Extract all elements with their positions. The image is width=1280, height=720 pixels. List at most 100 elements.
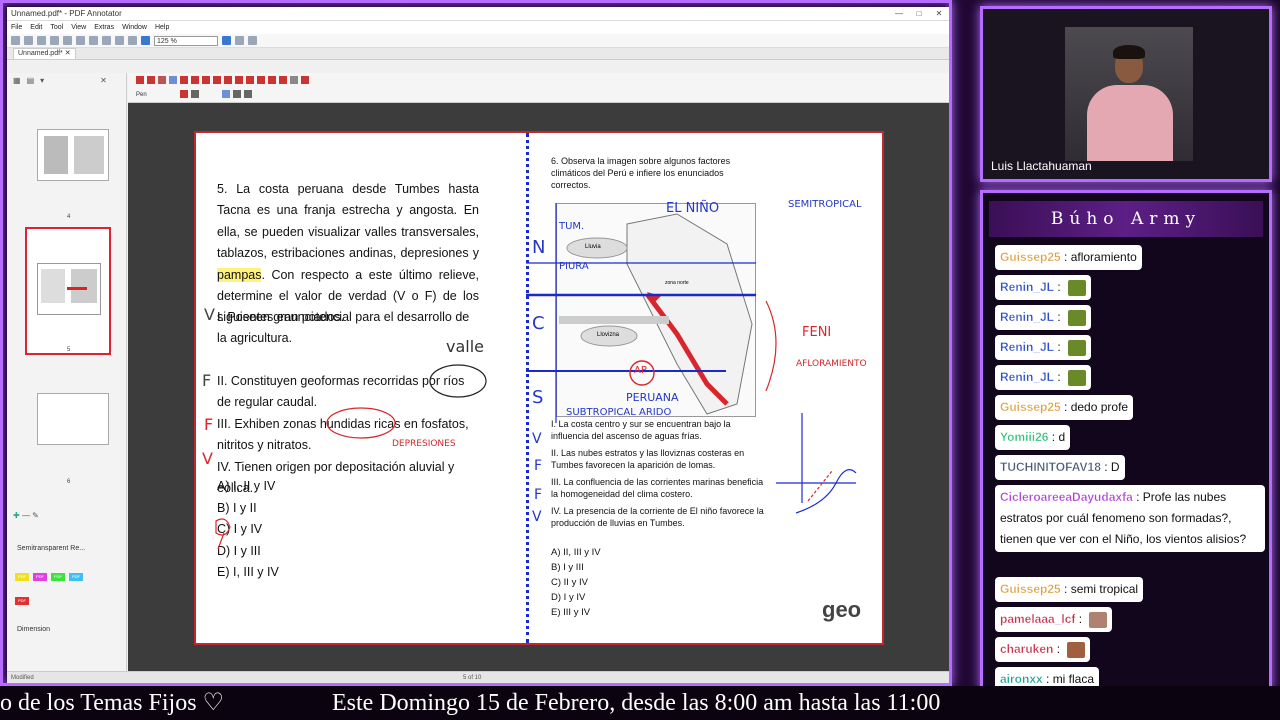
new-icon[interactable]: [11, 36, 20, 45]
lock-icon[interactable]: [233, 90, 241, 98]
chat-username[interactable]: CicleroareeaDayudaxfa: [1000, 490, 1133, 504]
chat-username[interactable]: Guissep25: [1000, 250, 1061, 264]
hand-tool-icon[interactable]: [158, 76, 166, 84]
bold-pen-icon[interactable]: [244, 90, 252, 98]
chat-message: Renin_JL :: [995, 335, 1092, 360]
thumbnails-icon[interactable]: ▦: [13, 76, 21, 85]
chat-username[interactable]: charuken: [1000, 642, 1054, 656]
tab-close-icon[interactable]: ✕: [65, 50, 71, 57]
fit-page-icon[interactable]: [235, 36, 244, 45]
sidebar-menu-icon[interactable]: ▾: [40, 76, 44, 85]
line-tool-icon[interactable]: [202, 76, 210, 84]
hw-piura: PIURA: [559, 261, 589, 272]
hw-ap: AP: [634, 365, 647, 376]
chat-message: charuken :: [995, 637, 1091, 662]
chat-username[interactable]: pamelaaa_lcf: [1000, 612, 1076, 626]
menu-edit[interactable]: Edit: [30, 24, 42, 31]
add-icon[interactable]: ✚: [13, 511, 20, 520]
page-thumbnail-5[interactable]: [25, 227, 111, 355]
chat-username[interactable]: TUCHINITOFAV18: [1000, 460, 1101, 474]
pen-label: Pen: [136, 92, 147, 98]
sidebar-close-icon[interactable]: ✕: [100, 76, 107, 85]
arrow-tool-icon[interactable]: [147, 76, 155, 84]
chat-username[interactable]: Yomiii26: [1000, 430, 1049, 444]
chat-text: :: [1054, 280, 1065, 294]
chat-username[interactable]: aironxx: [1000, 672, 1043, 686]
pin-icon[interactable]: ✎: [32, 511, 39, 520]
line-style-icon[interactable]: [191, 90, 199, 98]
chat-text: :: [1053, 642, 1064, 656]
q6-statement-3: III. La confluencia de las corrientes ma…: [551, 477, 764, 499]
document-tab[interactable]: Unnamed.pdf* ✕: [13, 48, 76, 59]
page-thumbnail-6[interactable]: [37, 393, 109, 445]
paste-icon[interactable]: [89, 36, 98, 45]
chat-username[interactable]: Renin_JL: [1000, 280, 1054, 294]
q6-mark-2: F: [534, 458, 543, 474]
eraser-icon[interactable]: [191, 76, 199, 84]
hw-letter-n: N: [532, 237, 546, 258]
maximize-icon[interactable]: □: [909, 9, 929, 18]
print-icon[interactable]: [50, 36, 59, 45]
menu-help[interactable]: Help: [155, 24, 169, 31]
heart-icon[interactable]: [301, 76, 309, 84]
pen-color-icon[interactable]: [180, 90, 188, 98]
title-bar: Unnamed.pdf* - PDF Annotator — □ ✕: [7, 7, 949, 21]
smooth-icon[interactable]: [222, 90, 230, 98]
pen-tool-icon[interactable]: [169, 76, 177, 84]
q6-statement-2: II. Las nubes estratos y las lloviznas c…: [551, 448, 745, 470]
color-swatch[interactable]: PDF: [69, 573, 83, 581]
minimize-icon[interactable]: —: [889, 9, 909, 18]
color-swatch[interactable]: PDF: [33, 573, 47, 581]
chat-text: : mi flaca: [1042, 672, 1095, 686]
zoom-in-icon[interactable]: [222, 36, 231, 45]
sidebar-tools: ▦ ▤ ▾ ✕: [7, 73, 126, 87]
chat-username[interactable]: Renin_JL: [1000, 370, 1054, 384]
open-icon[interactable]: [24, 36, 33, 45]
curve-sketch: [795, 469, 857, 514]
page-thumbnail-4[interactable]: [37, 129, 109, 181]
fit-width-icon[interactable]: [248, 36, 257, 45]
note-icon[interactable]: [257, 76, 265, 84]
close-icon[interactable]: ✕: [929, 9, 949, 18]
save-icon[interactable]: [37, 36, 46, 45]
ticker-right: Este Domingo 15 de Febrero, desde las 8:…: [332, 690, 941, 716]
sum-icon[interactable]: [290, 76, 298, 84]
highlighter-icon[interactable]: [180, 76, 188, 84]
menu-tool[interactable]: Tool: [50, 24, 63, 31]
chat-username[interactable]: Renin_JL: [1000, 310, 1054, 324]
chat-username[interactable]: Guissep25: [1000, 400, 1061, 414]
chat-message: pamelaaa_lcf :: [995, 607, 1113, 632]
stamp-icon[interactable]: [246, 76, 254, 84]
pdf-page[interactable]: 5. La costa peruana desde Tumbes hasta T…: [194, 131, 884, 645]
hw-peruana: PERUANA: [626, 391, 679, 404]
copy-icon[interactable]: [76, 36, 85, 45]
menu-extras[interactable]: Extras: [94, 24, 114, 31]
zoom-select[interactable]: 125 %: [154, 35, 218, 46]
remove-icon[interactable]: —: [22, 511, 30, 520]
bookmarks-icon[interactable]: ▤: [27, 76, 35, 85]
menu-view[interactable]: View: [71, 24, 86, 31]
undo-icon[interactable]: [115, 36, 124, 45]
rectangle-tool-icon[interactable]: [213, 76, 221, 84]
color-swatch[interactable]: PDF: [15, 573, 29, 581]
chat-username[interactable]: Renin_JL: [1000, 340, 1054, 354]
thumb-num-6: 6: [67, 479, 71, 485]
redo-icon[interactable]: [128, 36, 137, 45]
menu-window[interactable]: Window: [122, 24, 147, 31]
chat-username[interactable]: Guissep25: [1000, 582, 1061, 596]
ticker-left: o de los Temas Fijos ♡: [0, 690, 225, 716]
select-icon[interactable]: [136, 76, 144, 84]
color-swatch[interactable]: PDF: [51, 573, 65, 581]
delete-icon[interactable]: [102, 36, 111, 45]
text-tool-icon[interactable]: [235, 76, 243, 84]
cut-icon[interactable]: [63, 36, 72, 45]
camera-icon[interactable]: [279, 76, 287, 84]
dimension-panel-title[interactable]: Dimension: [17, 626, 50, 633]
semitransparent-panel-title[interactable]: Semitransparent Re...: [17, 545, 85, 552]
menu-file[interactable]: File: [11, 24, 22, 31]
zoom-out-icon[interactable]: [141, 36, 150, 45]
link-icon[interactable]: [268, 76, 276, 84]
page-indicator[interactable]: 5 of 10: [463, 672, 481, 683]
color-swatch[interactable]: PDF: [15, 597, 29, 605]
ellipse-tool-icon[interactable]: [224, 76, 232, 84]
